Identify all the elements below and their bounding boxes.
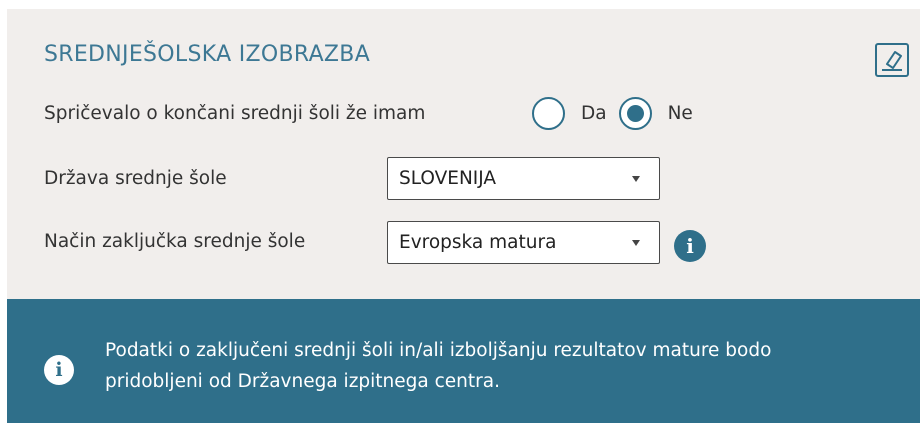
completion-select[interactable]: Evropska matura xyxy=(387,221,660,264)
section-title: SREDNJEŠOLSKA IZOBRAZBA xyxy=(44,42,371,67)
country-label: Država srednje šole xyxy=(44,168,227,189)
country-select[interactable]: SLOVENIJA xyxy=(387,157,660,200)
radio-option-da[interactable]: Da xyxy=(532,97,611,130)
radio-da[interactable] xyxy=(532,97,565,130)
completion-select-value: Evropska matura xyxy=(399,232,557,253)
info-icon: i xyxy=(44,355,74,385)
eraser-icon xyxy=(882,51,902,71)
radio-da-label: Da xyxy=(581,103,607,124)
radio-ne-label: Ne xyxy=(667,103,693,124)
info-banner-text: Podatki o zaključeni srednji šoli in/ali… xyxy=(105,340,772,392)
info-icon[interactable]: i xyxy=(674,230,706,262)
country-select-value: SLOVENIJA xyxy=(399,168,497,189)
chevron-down-icon xyxy=(632,239,640,246)
chevron-down-icon xyxy=(632,175,640,182)
completion-label: Način zaključka srednje šole xyxy=(44,231,306,252)
certificate-label: Spričevalo o končani srednji šoli že ima… xyxy=(44,103,426,124)
clear-section-button[interactable] xyxy=(875,43,909,77)
info-banner: i Podatki o zaključeni srednji šoli in/a… xyxy=(7,299,920,423)
radio-option-ne[interactable]: Ne xyxy=(618,97,697,130)
certificate-radio-group: Da Ne xyxy=(532,97,705,130)
radio-ne[interactable] xyxy=(618,97,652,130)
secondary-education-panel: SREDNJEŠOLSKA IZOBRAZBA Spričevalo o kon… xyxy=(7,9,920,423)
